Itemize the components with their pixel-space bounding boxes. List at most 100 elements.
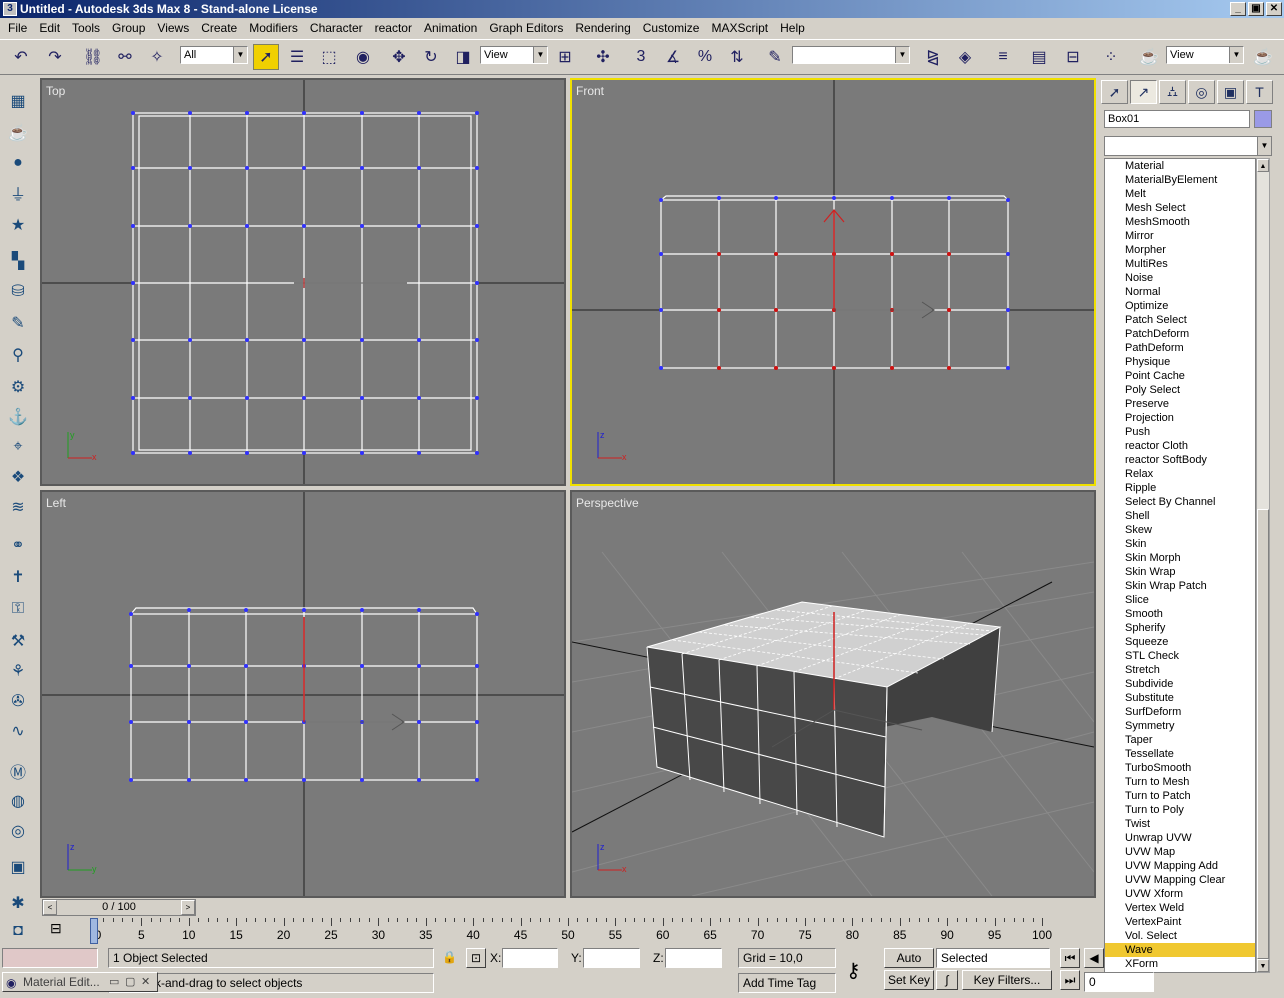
modifier-list-item[interactable]: Skin Wrap	[1105, 565, 1255, 579]
plane-icon[interactable]: ⏚	[5, 180, 31, 206]
modifier-list-item[interactable]: Squeeze	[1105, 635, 1255, 649]
pencil-icon[interactable]: ✎	[5, 310, 31, 336]
camera-small-icon[interactable]: ◘	[5, 918, 31, 944]
modifier-list-item[interactable]: MaterialByElement	[1105, 173, 1255, 187]
modifier-list-item[interactable]: Mirror	[1105, 229, 1255, 243]
angle-snap-icon[interactable]: ∡	[660, 44, 686, 70]
create-box-icon[interactable]: ▦	[5, 88, 31, 114]
modifier-list-item[interactable]: reactor SoftBody	[1105, 453, 1255, 467]
x-coordinate-field[interactable]	[502, 948, 558, 968]
render-scene-icon[interactable]: ☕	[1136, 44, 1162, 70]
modifier-list-item[interactable]: Turn to Poly	[1105, 803, 1255, 817]
select-and-move-icon[interactable]: ✥	[386, 44, 412, 70]
set-key-button[interactable]: Set Key	[884, 970, 934, 990]
material-editor-icon[interactable]: ⁘	[1098, 44, 1124, 70]
wheel-icon[interactable]: ✇	[5, 688, 31, 714]
checker-icon[interactable]: ▚	[5, 248, 31, 274]
mirror-icon[interactable]: ⧎	[920, 44, 946, 70]
magnifier-icon[interactable]: ⚲	[5, 342, 31, 368]
menu-group[interactable]: Group	[106, 18, 151, 38]
modifier-list-item[interactable]: Mesh Select	[1105, 201, 1255, 215]
minimize-button[interactable]: _	[1230, 2, 1246, 16]
object-name-field[interactable]: Box01	[1104, 110, 1250, 128]
selection-filter-combo[interactable]: All ▼	[180, 46, 248, 64]
link-icon[interactable]: ⚭	[5, 532, 31, 558]
modifier-list-item[interactable]: Unwrap UVW	[1105, 831, 1255, 845]
absolute-mode-icon[interactable]: ⊡	[466, 948, 486, 968]
modifier-list-item[interactable]: Vertex Weld	[1105, 901, 1255, 915]
modifier-list-item[interactable]: reactor Cloth	[1105, 439, 1255, 453]
menu-modifiers[interactable]: Modifiers	[243, 18, 304, 38]
modifier-list-item[interactable]: Skin	[1105, 537, 1255, 551]
menu-help[interactable]: Help	[774, 18, 811, 38]
menu-reactor[interactable]: reactor	[369, 18, 418, 38]
utilities-tab-icon[interactable]: T	[1246, 80, 1273, 104]
modifier-list-item[interactable]: Poly Select	[1105, 383, 1255, 397]
modifier-list-item[interactable]: Shell	[1105, 509, 1255, 523]
modifier-list-item[interactable]: Noise	[1105, 271, 1255, 285]
bone-icon[interactable]: ⚿	[5, 596, 31, 622]
display-tab-icon[interactable]: ▣	[1217, 80, 1244, 104]
rectangular-selection-icon[interactable]: ⬚	[316, 44, 342, 70]
menu-animation[interactable]: Animation	[418, 18, 483, 38]
modifier-list-item[interactable]: TurboSmooth	[1105, 761, 1255, 775]
modifier-list-item[interactable]: Tessellate	[1105, 747, 1255, 761]
render-type-combo[interactable]: View ▼	[1166, 46, 1244, 64]
sphere-icon[interactable]: ●	[5, 150, 31, 176]
modifier-list-item[interactable]: Point Cache	[1105, 369, 1255, 383]
redo-icon[interactable]: ↷	[42, 44, 68, 70]
wave-icon[interactable]: ≋	[5, 494, 31, 520]
modifier-list-scrollbar[interactable]: ▲ ▼	[1256, 158, 1270, 973]
rope-icon[interactable]: ⚘	[5, 658, 31, 684]
menu-customize[interactable]: Customize	[637, 18, 706, 38]
modifier-list-item[interactable]: Melt	[1105, 187, 1255, 201]
menu-file[interactable]: File	[2, 18, 33, 38]
paint-icon[interactable]: ❖	[5, 464, 31, 490]
auto-key-button[interactable]: Auto Key	[884, 948, 934, 983]
modifier-list-item[interactable]: PathDeform	[1105, 341, 1255, 355]
previous-frame-icon[interactable]: ◀	[1084, 948, 1104, 968]
listener-icon[interactable]: ▣	[5, 854, 31, 880]
edit-named-selection-icon[interactable]: ✎	[762, 44, 788, 70]
reference-coordinate-combo[interactable]: View ▼	[480, 46, 548, 64]
modifier-list-item[interactable]: Relax	[1105, 467, 1255, 481]
modifier-list-item[interactable]: Vol. Select	[1105, 929, 1255, 943]
schematic-view-icon[interactable]: ⊟	[1060, 44, 1086, 70]
z-coordinate-field[interactable]	[665, 948, 722, 968]
key-icon[interactable]: ⚷	[846, 958, 861, 983]
modifier-list-item[interactable]: Subdivide	[1105, 677, 1255, 691]
modifier-list-item[interactable]: Slice	[1105, 593, 1255, 607]
lock-selection-icon[interactable]: 🔒	[442, 950, 457, 964]
go-to-start-icon[interactable]: ⏮	[1060, 948, 1080, 968]
time-slider[interactable]: < 0 / 100 >	[42, 899, 196, 916]
menu-character[interactable]: Character	[304, 18, 369, 38]
track-bar[interactable]: ⊟ 0 5 10 15 20 25 30 35 40 45 50 55 60 65 70 75 80 85 90 95…	[42, 918, 1096, 946]
modifier-list-item[interactable]: Symmetry	[1105, 719, 1255, 733]
motion-tab-icon[interactable]: ◎	[1188, 80, 1215, 104]
modifier-list-item[interactable]: Smooth	[1105, 607, 1255, 621]
y-coordinate-field[interactable]	[583, 948, 640, 968]
modifier-list-item[interactable]: VertexPaint	[1105, 915, 1255, 929]
add-time-tag-field[interactable]: Add Time Tag	[738, 973, 836, 993]
modifier-list-item[interactable]: Normal	[1105, 285, 1255, 299]
snap-toggle-icon[interactable]: 3	[628, 44, 654, 70]
hinge-icon[interactable]: ⚒	[5, 628, 31, 654]
material-m-icon[interactable]: Ⓜ	[5, 758, 31, 784]
layer-manager-icon[interactable]: ≡	[990, 44, 1016, 70]
modifier-list-item[interactable]: STL Check	[1105, 649, 1255, 663]
menu-views[interactable]: Views	[151, 18, 195, 38]
key-filters-button[interactable]: Key Filters...	[962, 970, 1052, 990]
menu-edit[interactable]: Edit	[33, 18, 66, 38]
modifier-list-item[interactable]: Substitute	[1105, 691, 1255, 705]
modifier-list-item[interactable]: SurfDeform	[1105, 705, 1255, 719]
helper-icon[interactable]: ⚓	[5, 404, 31, 430]
viewport-left[interactable]: Left z y	[40, 490, 566, 898]
named-selection-combo[interactable]: ▼	[792, 46, 910, 64]
menu-create[interactable]: Create	[195, 18, 243, 38]
scroll-thumb[interactable]	[1257, 509, 1269, 959]
spinner-snap-icon[interactable]: ⇅	[724, 44, 750, 70]
select-by-name-icon[interactable]: ☰	[284, 44, 310, 70]
modifier-list-item[interactable]: Ripple	[1105, 481, 1255, 495]
biped-icon[interactable]: ✝	[5, 564, 31, 590]
quick-render-icon[interactable]: ☕	[1250, 44, 1276, 70]
